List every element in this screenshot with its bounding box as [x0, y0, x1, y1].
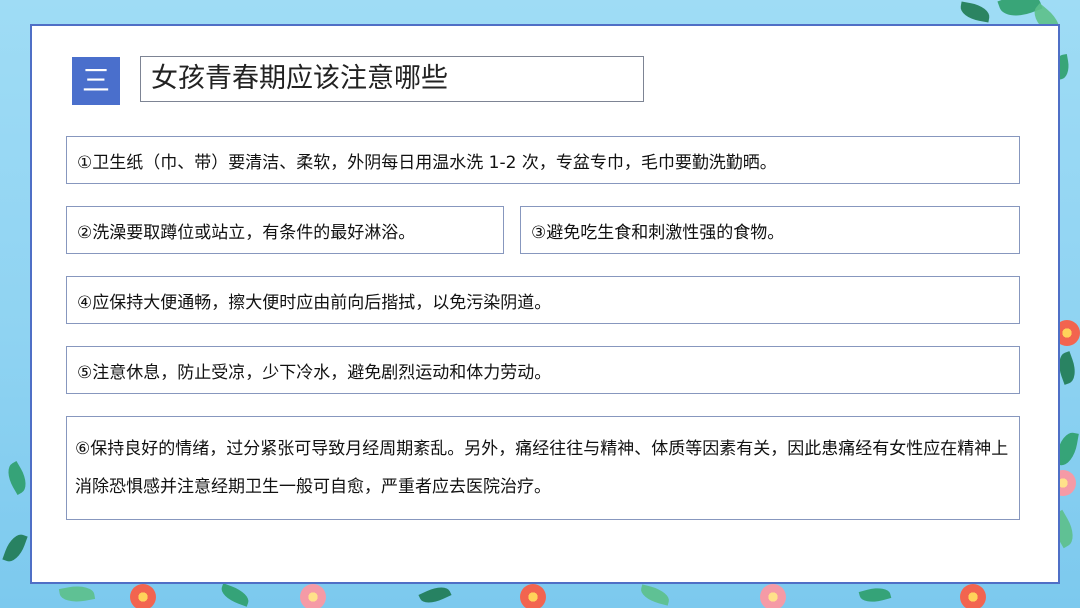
leaf-decoration — [2, 461, 32, 495]
leaf-decoration — [218, 583, 252, 607]
flower-decoration — [760, 584, 786, 608]
section-number-badge: 三 — [72, 57, 120, 105]
tip-item-3: ③避免吃生食和刺激性强的食物。 — [520, 206, 1020, 254]
flower-decoration — [520, 584, 546, 608]
leaf-decoration — [418, 582, 452, 608]
flower-decoration — [960, 584, 986, 608]
leaf-decoration — [638, 584, 672, 606]
tip-item-1: ①卫生纸（巾、带）要清洁、柔软，外阴每日用温水洗 1-2 次，专盆专巾，毛巾要勤… — [66, 136, 1020, 184]
leaf-decoration — [958, 1, 992, 23]
tip-item-5: ⑤注意休息，防止受凉，少下冷水，避免剧烈运动和体力劳动。 — [66, 346, 1020, 394]
slide-card: 三 女孩青春期应该注意哪些 ①卫生纸（巾、带）要清洁、柔软，外阴每日用温水洗 1… — [30, 24, 1060, 584]
leaf-decoration — [58, 583, 96, 605]
leaf-decoration — [2, 531, 28, 565]
flower-decoration — [130, 584, 156, 608]
flower-decoration — [300, 584, 326, 608]
tip-item-6: ⑥保持良好的情绪，过分紧张可导致月经周期紊乱。另外，痛经往往与精神、体质等因素有… — [66, 416, 1020, 520]
leaf-decoration — [858, 584, 892, 606]
slide-title: 女孩青春期应该注意哪些 — [140, 56, 644, 102]
tip-item-4: ④应保持大便通畅，擦大便时应由前向后揩拭，以免污染阴道。 — [66, 276, 1020, 324]
tip-item-2: ②洗澡要取蹲位或站立，有条件的最好淋浴。 — [66, 206, 504, 254]
